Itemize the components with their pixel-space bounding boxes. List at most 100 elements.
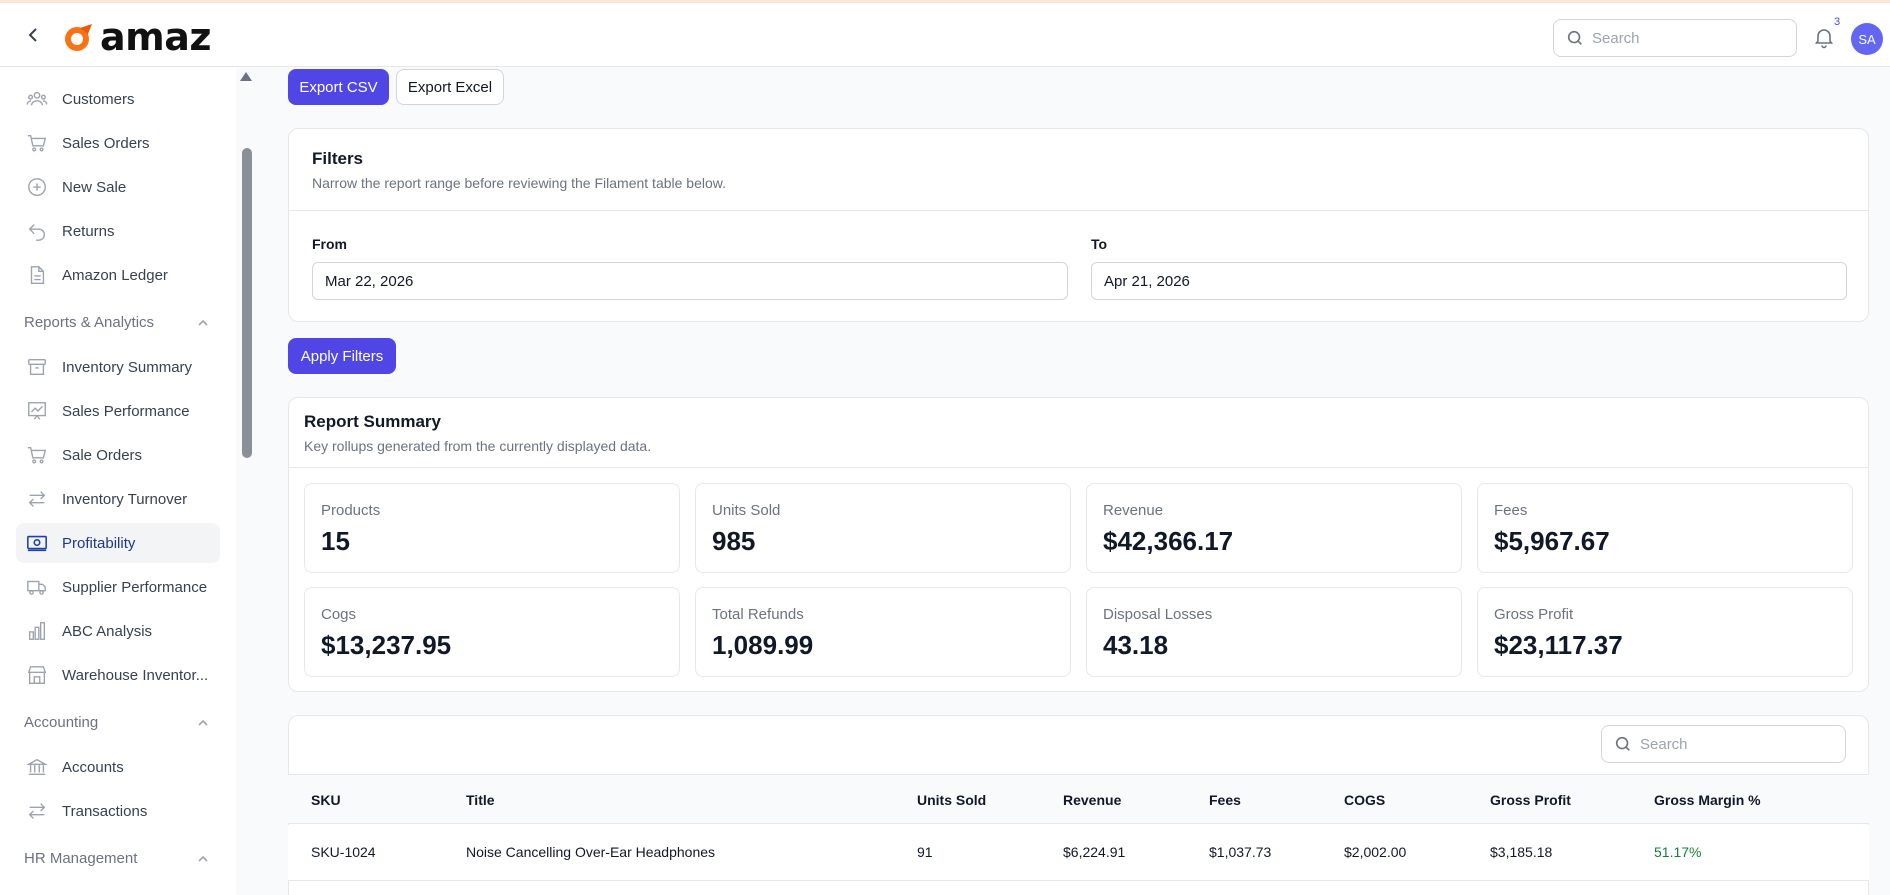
bank-icon [26,758,48,776]
cart-icon [27,446,47,464]
to-date-field[interactable]: Apr 21, 2026 [1091,262,1847,300]
sidebar-item-inventory-turnover[interactable]: Inventory Turnover [16,479,220,519]
sidebar-item-label: Amazon Ledger [62,266,168,284]
cell-sku: SKU-1024 [311,844,376,860]
sidebar-item-supplier-performance[interactable]: Supplier Performance [16,567,220,607]
building-storefront-icon [27,666,47,684]
stat-value: 15 [321,526,350,556]
app-logo[interactable]: amaz [62,15,212,59]
search-icon [1615,736,1630,751]
stat-label: Fees [1494,502,1528,519]
filters-card: Filters Narrow the report range before r… [288,128,1869,322]
sidebar-item-label: Supplier Performance [62,578,208,596]
sidebar-item-label: Inventory Turnover [62,490,188,508]
sidebar-item-new-sale[interactable]: New Sale [16,167,220,207]
apply-filters-button[interactable]: Apply Filters [288,338,396,374]
cell-revenue: $6,224.91 [1063,844,1126,860]
cell-gross-profit: $3,185.18 [1490,844,1553,860]
column-header-cogs[interactable]: COGS [1344,792,1385,808]
from-date-field[interactable]: Mar 22, 2026 [312,262,1068,300]
global-search[interactable] [1553,19,1797,57]
avatar[interactable]: SA [1851,23,1883,55]
sidebar-item-sales-orders[interactable]: Sales Orders [16,123,220,163]
stat-label: Cogs [321,606,357,623]
stat-label: Total Refunds [712,606,804,623]
stat-value: 43.18 [1103,630,1169,660]
stat-value: 1,089.99 [712,630,814,660]
sidebar-item-returns[interactable]: Returns [16,211,220,251]
sidebar-item-accounts[interactable]: Accounts [16,747,220,787]
column-header-sku[interactable]: SKU [311,792,341,808]
column-header-gross-margin[interactable]: Gross Margin % [1654,792,1761,808]
column-header-gross-profit[interactable]: Gross Profit [1490,792,1571,808]
stat-card-products: Products 15 [304,483,680,573]
column-header-revenue[interactable]: Revenue [1063,792,1121,808]
column-header-title[interactable]: Title [466,792,495,808]
cell-units-sold: 91 [917,844,933,860]
document-icon [30,266,45,284]
sidebar-item-profitability[interactable]: Profitability [16,523,220,563]
sidebar-group-reports-analytics[interactable]: Reports & Analytics [24,314,210,331]
stat-card-cogs: Cogs $13,237.95 [304,587,680,677]
sidebar-item-label: Accounts [62,758,124,776]
export-excel-button[interactable]: Export Excel [396,69,504,105]
cell-fees: $1,037.73 [1209,844,1272,860]
search-icon [1567,30,1582,45]
logo-mark-icon [65,24,92,51]
sidebar-group-label: Reports & Analytics [24,314,155,331]
sidebar-group-hr-management[interactable]: HR Management [24,850,210,867]
sidebar-group-label: Accounting [24,714,99,731]
table-search[interactable] [1601,725,1846,763]
report-summary-subtitle: Key rollups generated from the currently… [304,438,652,454]
sidebar-item-warehouse-inventory[interactable]: Warehouse Inventor... [16,655,220,695]
export-csv-button[interactable]: Export CSV [288,69,389,105]
sidebar-item-label: Sale Orders [62,446,143,464]
stat-label: Products [321,502,381,519]
top-bar: amaz 3 SA [0,0,1890,67]
stat-card-total-refunds: Total Refunds 1,089.99 [695,587,1071,677]
sidebar-item-sales-performance[interactable]: Sales Performance [16,391,220,431]
stat-card-revenue: Revenue $42,366.17 [1086,483,1462,573]
stat-value: $42,366.17 [1103,526,1234,556]
filters-title: Filters [312,149,364,168]
sidebar-item-label: Warehouse Inventor... [62,666,209,684]
sidebar-scroll-up-arrow[interactable] [240,72,252,81]
chevron-up-icon [198,319,208,326]
table-header-row: SKU Title Units Sold Revenue Fees COGS G… [288,774,1869,824]
column-header-fees[interactable]: Fees [1209,792,1241,808]
sidebar-item-customers[interactable]: Customers [16,79,220,119]
stat-label: Gross Profit [1494,606,1574,623]
sidebar-item-sale-orders[interactable]: Sale Orders [16,435,220,475]
table-row[interactable]: SKU-1024 Noise Cancelling Over-Ear Headp… [288,825,1869,881]
sidebar-item-label: ABC Analysis [62,622,153,640]
sidebar-item-label: New Sale [62,178,127,196]
stat-card-disposal-losses: Disposal Losses 43.18 [1086,587,1462,677]
stat-value: $23,117.37 [1494,630,1623,660]
column-header-units-sold[interactable]: Units Sold [917,792,986,808]
global-search-input[interactable] [1592,29,1772,47]
sidebar-item-label: Inventory Summary [62,358,193,376]
filters-subtitle: Narrow the report range before reviewing… [312,175,726,191]
bell-icon[interactable] [1812,25,1836,49]
chevron-up-icon [198,855,208,862]
sidebar-group-label: HR Management [24,850,138,867]
to-label: To [1091,236,1108,252]
sidebar-item-label: Transactions [62,802,148,820]
sidebar-group-accounting[interactable]: Accounting [24,714,210,731]
report-summary-card: Report Summary Key rollups generated fro… [288,397,1869,692]
back-arrow-icon[interactable] [24,25,44,45]
table-search-input[interactable] [1640,735,1820,753]
sidebar: Customers Sales Orders New Sale Returns … [0,68,236,895]
chevron-up-icon [198,719,208,726]
sidebar-item-label: Sales Performance [62,402,190,420]
notification-count-badge: 3 [1834,16,1841,28]
sidebar-scrollbar[interactable] [242,148,252,458]
sidebar-item-amazon-ledger[interactable]: Amazon Ledger [16,255,220,295]
cell-gross-margin: 51.17% [1654,844,1702,860]
sidebar-item-label: Customers [62,90,135,108]
sidebar-item-transactions[interactable]: Transactions [16,791,220,831]
stat-label: Units Sold [712,502,781,519]
sidebar-item-inventory-summary[interactable]: Inventory Summary [16,347,220,387]
sidebar-item-abc-analysis[interactable]: ABC Analysis [16,611,220,651]
chart-presentation-icon [28,402,46,420]
